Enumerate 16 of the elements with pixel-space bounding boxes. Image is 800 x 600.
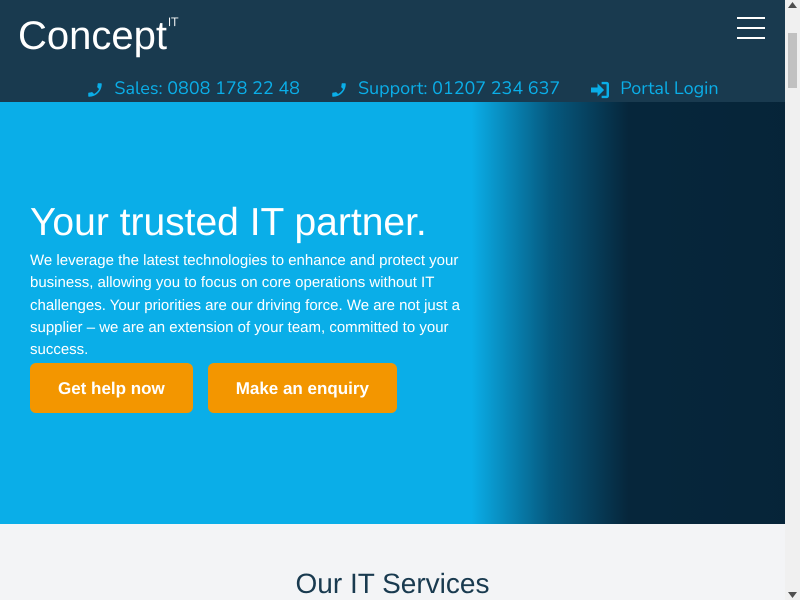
contact-link[interactable]: Sales: 0808 178 22 48 <box>86 76 300 103</box>
logo-text[interactable]: Concept <box>18 10 167 62</box>
hero-title: Your trusted IT partner. <box>30 200 428 246</box>
phone-icon <box>330 80 348 98</box>
menu-icon[interactable] <box>737 17 765 39</box>
phone-icon <box>86 80 104 98</box>
section-title: Our IT Services <box>296 568 490 600</box>
contact-link[interactable]: Portal Login <box>590 76 719 103</box>
scroll-up-icon[interactable] <box>788 2 797 8</box>
scrollbar[interactable] <box>785 0 800 600</box>
sign-in-icon <box>590 80 610 98</box>
scrollbar-thumb[interactable] <box>788 32 797 88</box>
logo-superscript: IT <box>168 16 178 30</box>
contact-link[interactable]: Support: 01207 234 637 <box>330 76 560 103</box>
scroll-down-icon[interactable] <box>788 592 797 598</box>
hero-text: We leverage the latest technologies to enhance and protect your business, allowing you to focus on core operations without IT challenges. Your priorities are our driving force. We are not just a supplier – we are an extension of your team, committed to your success. <box>30 251 461 360</box>
